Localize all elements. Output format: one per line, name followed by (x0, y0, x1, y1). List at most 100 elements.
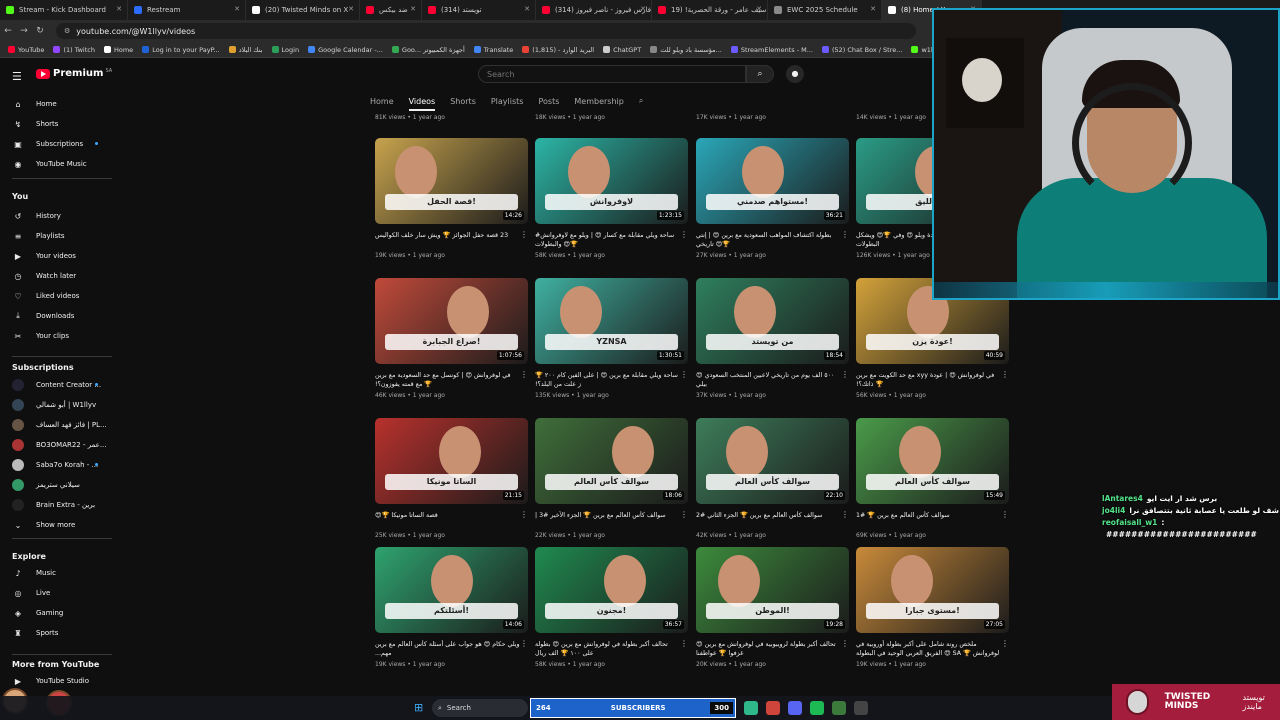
video-title[interactable]: 23 قصة حفل الجوائز 🏆 ويش سار خلف الكوالي… (375, 231, 528, 249)
browser-tab[interactable]: (314) تويستد ✕ (422, 0, 536, 20)
close-tab-icon[interactable]: ✕ (640, 5, 646, 13)
video-title[interactable]: سوالف كأس العالم مع برين 🏆 #1 (856, 511, 1009, 529)
close-tab-icon[interactable]: ✕ (756, 5, 762, 13)
video-card[interactable]: لاوفروانش 1:23:15 ساحة ويلي مقابلة مع كسار… (535, 138, 688, 259)
app-icon[interactable] (744, 701, 758, 715)
app-icon[interactable] (766, 701, 780, 715)
url-field[interactable]: ⚙ youtube.com/@W1llyv/videos (56, 23, 916, 39)
sidebar-item[interactable]: ◷ Watch later (0, 267, 110, 285)
video-thumbnail[interactable]: الساتا مونيكا 21:15 (375, 418, 528, 504)
video-card[interactable]: أسئلتكم! 14:06 ويلي حكام 😍 هو جواب على أسئ… (375, 547, 528, 668)
close-tab-icon[interactable]: ✕ (116, 5, 122, 13)
sidebar-item[interactable]: سيلاني ستريمز (0, 476, 110, 494)
close-tab-icon[interactable]: ✕ (348, 5, 354, 13)
app-icon[interactable] (854, 701, 868, 715)
sidebar-item[interactable]: ◎ Live (0, 584, 110, 602)
video-title[interactable]: ويلي حكام 😍 هو جواب على أسئلة كأس العالم… (375, 640, 528, 658)
video-card[interactable]: YZNSA 1:30:51 ساحة ويلي مقابلة مع برين 😍 |… (535, 278, 688, 399)
more-actions-icon[interactable]: ⋮ (680, 510, 688, 519)
sidebar-item[interactable]: ⌂ Home (0, 95, 110, 113)
video-thumbnail[interactable]: مستواهم صدمني! 36:21 (696, 138, 849, 224)
more-actions-icon[interactable]: ⋮ (520, 639, 528, 648)
search-button[interactable]: ⌕ (746, 65, 774, 83)
browser-tab[interactable]: ضد بيكس ✕ (360, 0, 422, 20)
video-title[interactable]: تحالف أكبر بطولة في لوفروانش مع برين 😍 ب… (535, 640, 688, 658)
video-card[interactable]: مجنون! 36:57 تحالف أكبر بطولة في لوفروانش … (535, 547, 688, 668)
youtube-logo[interactable]: Premium SA (36, 68, 112, 79)
more-actions-icon[interactable]: ⋮ (841, 639, 849, 648)
bookmark-item[interactable]: Login (271, 46, 299, 54)
sidebar-section-title[interactable]: You (12, 192, 28, 201)
more-actions-icon[interactable]: ⋮ (1001, 510, 1009, 519)
video-card[interactable]: من تويستد 18:54 ٥٠٠ الف يوم من تاريخي لاعب… (696, 278, 849, 399)
sidebar-item[interactable]: ◉ YouTube Music (0, 155, 110, 173)
video-card[interactable]: مستوى جبارا! 27:05 ملخص رونة شامل على أكبر… (856, 547, 1009, 668)
bookmark-item[interactable]: Goo... أجهزة الكمبيوتر (391, 46, 465, 54)
app-icon[interactable] (832, 701, 846, 715)
bookmark-item[interactable]: Google Calendar -... (308, 46, 383, 54)
video-card[interactable]: الساتا مونيكا 21:15 قصة الساتا مونيكا 🏆😍 ⋮ 2… (375, 418, 528, 539)
browser-tab[interactable]: سيف عامر - ورقة الحصرية! (19 ✕ (652, 0, 768, 20)
video-thumbnail[interactable]: أسئلتكم! 14:06 (375, 547, 528, 633)
sidebar-item[interactable]: ▣ Subscriptions (0, 135, 110, 153)
video-thumbnail[interactable]: الموطن! 19:28 (696, 547, 849, 633)
bookmark-item[interactable]: البريد الوارد - (1,815) (522, 46, 594, 54)
video-title[interactable]: في لوفروانش 😍 | كونسل مع حد السعودية مع … (375, 371, 528, 389)
sidebar-item[interactable]: فائز فهد العساف | PL... (0, 416, 110, 434)
close-tab-icon[interactable]: ✕ (524, 5, 530, 13)
bookmark-item[interactable]: (1) Twitch (53, 46, 95, 54)
voice-search-button[interactable]: ● (786, 65, 804, 83)
close-tab-icon[interactable]: ✕ (870, 5, 876, 13)
spotify-icon[interactable] (810, 701, 824, 715)
bookmark-item[interactable]: Translate (473, 46, 513, 54)
tab-home[interactable]: Home (370, 97, 394, 106)
sidebar-item[interactable]: Content Creator ... (0, 376, 110, 394)
video-thumbnail[interactable]: من تويستد 18:54 (696, 278, 849, 364)
sidebar-item[interactable]: Brain Extra - برين (0, 496, 110, 514)
video-title[interactable]: في لوفروانش 😍 | عودة xyy مع حد الكويت مع… (856, 371, 1009, 389)
more-actions-icon[interactable]: ⋮ (520, 510, 528, 519)
sidebar-item[interactable]: ≡ Playlists (0, 227, 110, 245)
more-actions-icon[interactable]: ⋮ (841, 230, 849, 239)
sidebar-item[interactable]: ⌄ Show more (0, 516, 110, 534)
browser-tab[interactable]: (20) Twisted Minds on X ✕ (246, 0, 360, 20)
bookmark-item[interactable]: (52) Chat Box / Stre... (821, 46, 902, 54)
video-card[interactable]: سوالف كأس العالم 22:10 سوالف كأس العالم مع… (696, 418, 849, 539)
browser-tab[interactable]: (314) فارس فيروز - ناصر فيروز ✕ (536, 0, 652, 20)
close-tab-icon[interactable]: ✕ (234, 5, 240, 13)
taskbar-search[interactable]: ⌕ Search (432, 699, 528, 717)
tab-membership[interactable]: Membership (574, 97, 623, 106)
video-card[interactable]: سوالف كأس العالم 15:49 سوالف كأس العالم مع… (856, 418, 1009, 539)
video-card[interactable]: صراع الجبابرة! 1:07:56 في لوفروانش 😍 | كون… (375, 278, 528, 399)
search-input[interactable] (478, 65, 746, 83)
bookmark-item[interactable]: StreamElements - M... (730, 46, 813, 54)
tab-shorts[interactable]: Shorts (450, 97, 476, 106)
video-thumbnail[interactable]: YZNSA 1:30:51 (535, 278, 688, 364)
more-actions-icon[interactable]: ⋮ (1001, 639, 1009, 648)
video-card[interactable]: الموطن! 19:28 تحالف أكبر بطولة لرويبوبية ف… (696, 547, 849, 668)
browser-tab[interactable]: Stream - Kick Dashboard ✕ (0, 0, 128, 20)
more-actions-icon[interactable]: ⋮ (841, 370, 849, 379)
windows-start-icon[interactable]: ⊞ (414, 701, 423, 714)
tab-videos[interactable]: Videos (408, 97, 435, 111)
bookmark-item[interactable]: Home (103, 46, 133, 54)
sidebar-section-title[interactable]: Explore (12, 552, 46, 561)
video-thumbnail[interactable]: سوالف كأس العالم 18:06 (535, 418, 688, 504)
video-title[interactable]: ٥٠٠ الف يوم من تاريخي لاعبين المنتخب الس… (696, 371, 849, 389)
more-actions-icon[interactable]: ⋮ (520, 230, 528, 239)
video-thumbnail[interactable]: لاوفروانش 1:23:15 (535, 138, 688, 224)
sidebar-item[interactable]: ↯ Shorts (0, 115, 110, 133)
bookmark-item[interactable]: Log in to your PayP... (142, 46, 220, 54)
close-tab-icon[interactable]: ✕ (410, 5, 416, 13)
sidebar-item[interactable]: Saba7o Korah - ... (0, 456, 110, 474)
site-info-icon[interactable]: ⚙ (64, 27, 70, 35)
bookmark-item[interactable]: مؤسسة باد ويلو للت... (650, 46, 722, 54)
video-card[interactable]: سوالف كأس العالم 18:06 سوالف كأس العالم مع… (535, 418, 688, 539)
bookmark-item[interactable]: YouTube (8, 46, 44, 54)
video-title[interactable]: سوالف كأس العالم مع برين 🏆 الجزء الثاني … (696, 511, 849, 529)
bookmark-item[interactable]: بنك البلاد (228, 46, 263, 54)
sidebar-item[interactable]: ▶ Your videos (0, 247, 110, 265)
sidebar-item[interactable]: ⤓ Downloads (0, 307, 110, 325)
tab-playlists[interactable]: Playlists (491, 97, 524, 106)
forward-icon[interactable]: → (16, 26, 32, 36)
